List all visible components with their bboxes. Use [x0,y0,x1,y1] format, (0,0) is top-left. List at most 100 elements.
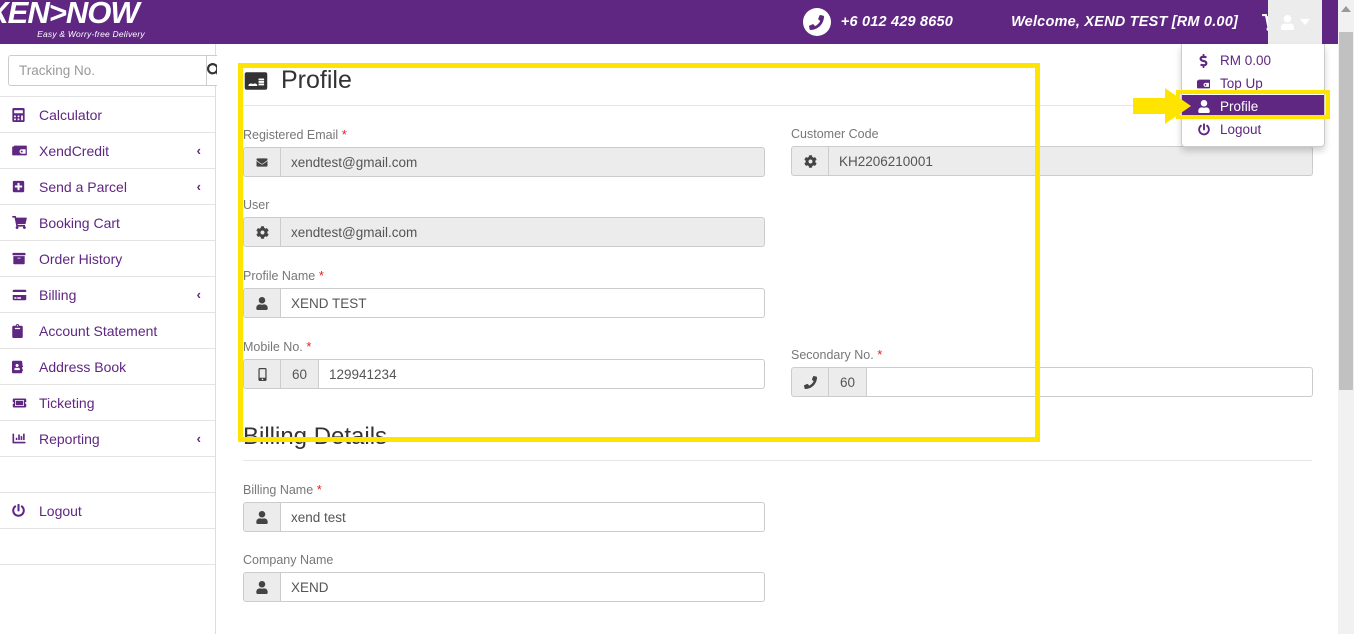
wallet-icon [1196,78,1211,90]
sidebar-item-xendcredit[interactable]: XendCredit ‹ [0,133,215,169]
billing-divider [243,460,1312,461]
annotation-arrow [1133,88,1193,124]
search-input[interactable] [8,54,206,86]
sidebar-bottom-gap [0,529,215,565]
user-icon [243,502,281,532]
field-registered-email: Registered Email * [243,127,791,177]
credit-card-icon [12,289,32,301]
mobile-country-code: 60 [281,359,319,389]
sidebar-item-account-statement[interactable]: Account Statement [0,313,215,349]
sidebar-item-label: Send a Parcel [39,178,127,195]
mobile-no-input[interactable] [319,359,765,389]
phone-number: +6 012 429 8650 [840,14,954,30]
phone-icon [791,367,829,397]
dropdown-item-topup[interactable]: Top Up [1182,72,1324,95]
archive-icon [12,252,32,265]
dropdown-item-balance[interactable]: RM 0.00 [1182,49,1324,72]
dropdown-label-profile: Profile [1220,98,1259,114]
sidebar-item-booking-cart[interactable]: Booking Cart [0,205,215,241]
customer-code-input[interactable] [829,146,1313,176]
top-header-bar: XEN>NOW Easy & Worry-free Delivery +6 01… [0,0,1338,44]
bar-chart-icon [12,432,32,445]
sidebar-item-billing[interactable]: Billing ‹ [0,277,215,313]
user-icon [243,288,281,318]
required-marker: * [873,347,883,362]
sidebar-item-calculator[interactable]: Calculator [0,97,215,133]
input-group [243,572,765,602]
wallet-icon [12,144,32,157]
registered-email-input[interactable] [281,147,765,177]
secondary-no-input[interactable] [867,367,1313,397]
brand-tagline: Easy & Worry-free Delivery [37,29,145,39]
user-icon [243,572,281,602]
field-label: Company Name [243,553,334,567]
input-group [243,147,765,177]
id-card-icon [243,70,269,91]
welcome-prefix: Welcome, [1011,14,1081,30]
field-label: Profile Name * [243,268,791,284]
welcome-text: Welcome, XEND TEST [RM 0.00] [1011,14,1238,30]
header-phone[interactable]: +6 012 429 8650 [802,8,954,36]
label-text: Registered Email [243,128,339,142]
sidebar-item-ticketing[interactable]: Ticketing [0,385,215,421]
sidebar-chevron: ‹ [196,431,201,446]
required-marker: * [338,127,347,142]
scrollbar-thumb[interactable] [1339,32,1353,390]
sidebar-item-logout[interactable]: Logout [0,493,215,529]
input-group: 60 [243,359,765,389]
brand-logo[interactable]: XEN>NOW Easy & Worry-free Delivery [0,0,172,44]
input-group [243,502,765,532]
field-label: Registered Email * [243,127,791,143]
address-book-icon [12,360,32,374]
content-wrapper: Profile Registered Email * xendtest@gmai… [217,44,1338,602]
sidebar-item-label: Calculator [39,106,103,123]
sidebar-spacer [0,457,215,493]
cart-icon [12,216,32,229]
field-profile-name: Profile Name * [243,268,791,318]
dropdown-label-topup: Top Up [1220,75,1263,91]
sidebar-item-label: Reporting [39,430,100,447]
sidebar-search-row [0,44,222,97]
search-group [8,54,222,86]
field-secondary-no: Secondary No. * 60 [791,347,1313,397]
required-marker: * [302,339,312,354]
dropdown-item-logout[interactable]: Logout [1182,118,1324,141]
field-label: Secondary No. * [791,347,1313,363]
dropdown-label-balance: RM 0.00 [1220,52,1272,68]
billing-name-input[interactable] [281,502,765,532]
sidebar-item-label: Account Statement [39,322,158,339]
field-company-name: Company Name [243,553,1312,602]
field-billing-name: Billing Name * [243,482,1312,532]
sidebar-item-reporting[interactable]: Reporting ‹ [0,421,215,457]
profile-name-input[interactable] [281,288,765,318]
page-root: XEN>NOW Easy & Worry-free Delivery +6 01… [0,0,1354,634]
secondary-country-code: 60 [829,367,867,397]
sidebar-item-label: Booking Cart [39,214,120,231]
sidebar-item-address-book[interactable]: Address Book [0,349,215,385]
profile-form-left-column: Registered Email * User [243,106,791,397]
field-label: Billing Name * [243,482,1312,498]
input-group: 60 [791,367,1313,397]
input-group [243,217,765,247]
sidebar-item-label: Ticketing [39,394,95,411]
user-input[interactable] [281,217,765,247]
clipboard-icon [12,323,32,338]
mobile-icon [243,359,281,389]
dropdown-item-profile[interactable]: Profile [1182,95,1324,118]
page-title-text: Profile [281,66,352,94]
caret-down-icon [1300,19,1310,25]
sidebar-item-order-history[interactable]: Order History [0,241,215,277]
phone-icon [802,8,831,36]
power-off-icon [1196,123,1211,136]
profile-form-right-column: Customer Code Secondary No. * [791,106,1313,397]
company-name-input[interactable] [281,572,765,602]
field-user: User [243,198,791,247]
brand-name: XEN>NOW [0,0,140,30]
gear-icon [791,146,829,176]
scrollbar-up-arrow[interactable] [1338,0,1354,17]
sidebar-item-send-a-parcel[interactable]: Send a Parcel ‹ [0,169,215,205]
user-menu-button[interactable] [1268,0,1322,44]
page-scrollbar[interactable] [1338,0,1354,634]
sidebar-item-label: Address Book [39,358,127,375]
gear-icon [243,217,281,247]
